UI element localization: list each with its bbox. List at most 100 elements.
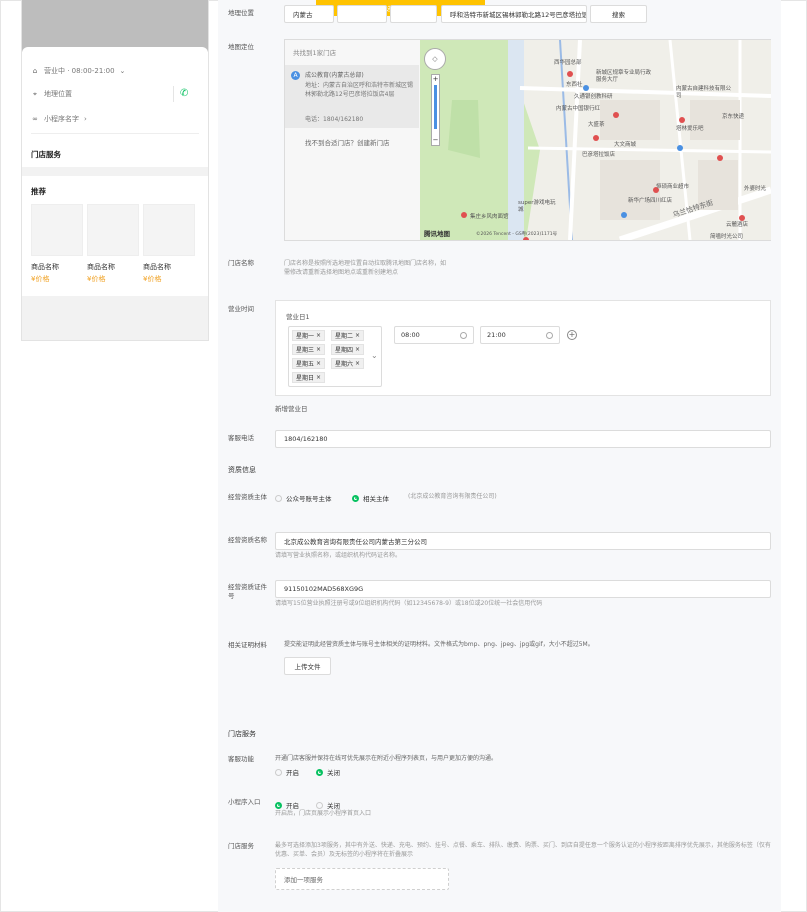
link-icon: ∞ — [32, 115, 38, 123]
phone-input[interactable]: 1804/162180 — [275, 430, 771, 448]
create-store-link[interactable]: 找不到合适门店？创建新门店 — [305, 137, 390, 147]
add-business-day-link[interactable]: 新增营业日 — [275, 403, 308, 413]
close-icon[interactable]: × — [355, 346, 360, 353]
zoom-level-bar — [434, 85, 437, 129]
map-label: 内蒙古自建科技有限公司 — [676, 86, 732, 99]
close-icon[interactable]: × — [316, 332, 321, 339]
tencent-map-logo: 腾讯地图 — [424, 230, 450, 238]
day-tag: 星期五 × — [292, 358, 326, 369]
subject-option-related[interactable]: 相关主体 — [352, 493, 389, 503]
day-tag-label: 星期三 — [296, 347, 315, 354]
map-label: 巴彦塔拉饭店 — [582, 152, 616, 158]
result-phone: 电话：1804/162180 — [305, 116, 364, 123]
start-time: 08:00 — [401, 331, 420, 339]
docs-label: 相关证明材料 — [228, 641, 267, 649]
zoom-in-icon[interactable]: + — [432, 75, 439, 84]
day-tag: 星期一 × — [292, 330, 326, 341]
shop-icon: ⌂ — [32, 67, 38, 75]
store-name-label: 门店名称 — [228, 259, 254, 267]
recommend-title: 推荐 — [31, 187, 46, 196]
close-icon[interactable]: × — [355, 360, 360, 367]
map-pan-control[interactable]: ◇ — [424, 48, 446, 70]
cs-option-off[interactable]: 关闭 — [316, 767, 340, 777]
city-select[interactable] — [337, 5, 387, 23]
end-time-picker[interactable]: 21:00 — [480, 326, 560, 344]
address-input[interactable]: 呼和浩特市新城区锡林郭勒北路12号巴彦塔拉饭店4层成公教育 — [441, 5, 587, 23]
entry-option-on[interactable]: 开启 — [275, 800, 299, 810]
license-hint: 请填写15位营业执照注册号或9位组织机构代码（如12345678-9）或18位或… — [275, 600, 543, 607]
result-item[interactable]: A 成公教育(内蒙古总部) 地址：内蒙古自治区呼和浩特市新城区锡林郭勒北路12号… — [285, 65, 419, 128]
close-icon[interactable]: × — [316, 346, 321, 353]
map-label: 大文商城 — [614, 142, 637, 148]
district-select[interactable] — [390, 5, 437, 23]
entry-hint: 开启后，门店页展示小程序首页入口 — [275, 810, 372, 817]
business-status-row: ⌂ 营业中 · 08:00-21:00 ⌄ — [31, 66, 126, 76]
location-label: 地理位置 — [228, 9, 254, 17]
subject-note: (北京成公教育咨询有限责任公司) — [408, 493, 497, 500]
map-label: 内蒙古中国银行红 — [556, 106, 601, 112]
radio-on[interactable] — [316, 768, 323, 776]
search-result-list: 共找到1家门店 A 成公教育(内蒙古总部) 地址：内蒙古自治区呼和浩特市新城区锡… — [285, 40, 421, 240]
zoom-out-icon[interactable]: − — [432, 136, 439, 145]
radio-off[interactable] — [316, 801, 323, 809]
mini-program-name: 小程序名字 — [44, 115, 79, 123]
map-label: 东西社 — [566, 82, 583, 88]
map-label: 恒硕商业超市 — [656, 184, 690, 190]
cs-option-on[interactable]: 开启 — [275, 767, 299, 777]
qualification-name-hint: 请填写营业执照名称，或组织机构代码证名称。 — [275, 552, 402, 559]
close-icon[interactable]: × — [316, 374, 321, 381]
store-service-label: 门店服务 — [228, 842, 254, 850]
radio-off[interactable] — [275, 768, 282, 776]
upload-file-button[interactable]: 上传文件 — [284, 657, 331, 675]
map-label: super游戏电玩城 — [518, 200, 556, 213]
day-tag-label: 星期六 — [335, 361, 354, 368]
map-zoom-slider[interactable]: + − — [431, 74, 440, 146]
entry-label: 小程序入口 — [228, 798, 261, 806]
license-input[interactable]: 91150102MAD568XG9G — [275, 580, 771, 598]
product-card: 商品名称 ¥价格 — [31, 204, 83, 284]
day-tag: 星期六 × — [331, 358, 365, 369]
map-label: 简嗑时光公司 — [710, 234, 744, 240]
entry-option-off[interactable]: 关闭 — [316, 800, 340, 810]
map-label: 外婆时光 — [744, 186, 767, 192]
map-label: 京东快递 — [722, 114, 745, 120]
close-icon[interactable]: × — [355, 332, 360, 339]
add-time-icon[interactable]: + — [567, 330, 577, 340]
radio-on[interactable] — [352, 494, 359, 502]
day-tag-label: 星期四 — [335, 347, 354, 354]
start-time-picker[interactable]: 08:00 — [394, 326, 474, 344]
location-text: 地理位置 — [44, 90, 72, 98]
divider — [31, 133, 199, 134]
map-label: 新华广场四川红店 — [628, 198, 673, 204]
product-thumbnail — [31, 204, 83, 256]
map-copyright: ©2026 Tencent - GS粤(2023)1171号 — [476, 232, 558, 237]
product-card: 商品名称 ¥价格 — [143, 204, 195, 284]
hours-label: 营业时间 — [228, 305, 254, 313]
business-day-group: 营业日1 星期一 × 星期二 × 星期三 × 星期四 × 星期五 × 星期六 × 星期日 × … — [275, 300, 771, 396]
qualification-title: 资质信息 — [228, 466, 256, 474]
subject-option-account[interactable]: 公众号账号主体 — [275, 493, 332, 503]
radio-off[interactable] — [275, 494, 282, 502]
location-pin-icon: ⌖ — [33, 90, 37, 98]
map-label: 西华园总部 — [554, 60, 582, 66]
qualification-name-input[interactable]: 北京成公教育咨询有限责任公司内蒙古第三分公司 — [275, 532, 771, 550]
add-service-button[interactable]: 添加一项服务 — [275, 868, 449, 890]
services-section-title: 门店服务 — [228, 730, 256, 738]
weekday-multiselect[interactable]: 星期一 × 星期二 × 星期三 × 星期四 × 星期五 × 星期六 × 星期日 × ⌄ — [288, 326, 382, 387]
entry-option-label: 关闭 — [327, 802, 340, 810]
radio-on[interactable] — [275, 801, 282, 809]
map-label: 塔林爱乐吧 — [676, 126, 704, 132]
day-tag: 星期四 × — [331, 344, 365, 355]
day-tag: 星期三 × — [292, 344, 326, 355]
province-select[interactable]: 内蒙古 — [284, 5, 334, 23]
day-tag: 星期二 × — [331, 330, 365, 341]
end-time: 21:00 — [487, 331, 506, 339]
qualification-name-label: 经营资质名称 — [228, 536, 267, 544]
store-form-panel: 请选择地理位置 地理位置 内蒙古 呼和浩特市新城区锡林郭勒北路12号巴彦塔拉饭店… — [218, 0, 781, 912]
search-button[interactable]: 搜索 — [590, 5, 647, 23]
map-label: 云麓酒店 — [726, 222, 749, 228]
subject-option-label: 公众号账号主体 — [286, 495, 332, 503]
map-view[interactable]: 西华园总部 新城区规章专业局行政服务大厅 东西社 久通银创教科研 内蒙古自建科技… — [420, 40, 771, 240]
close-icon[interactable]: × — [316, 360, 321, 367]
services-title: 门店服务 — [31, 150, 61, 159]
